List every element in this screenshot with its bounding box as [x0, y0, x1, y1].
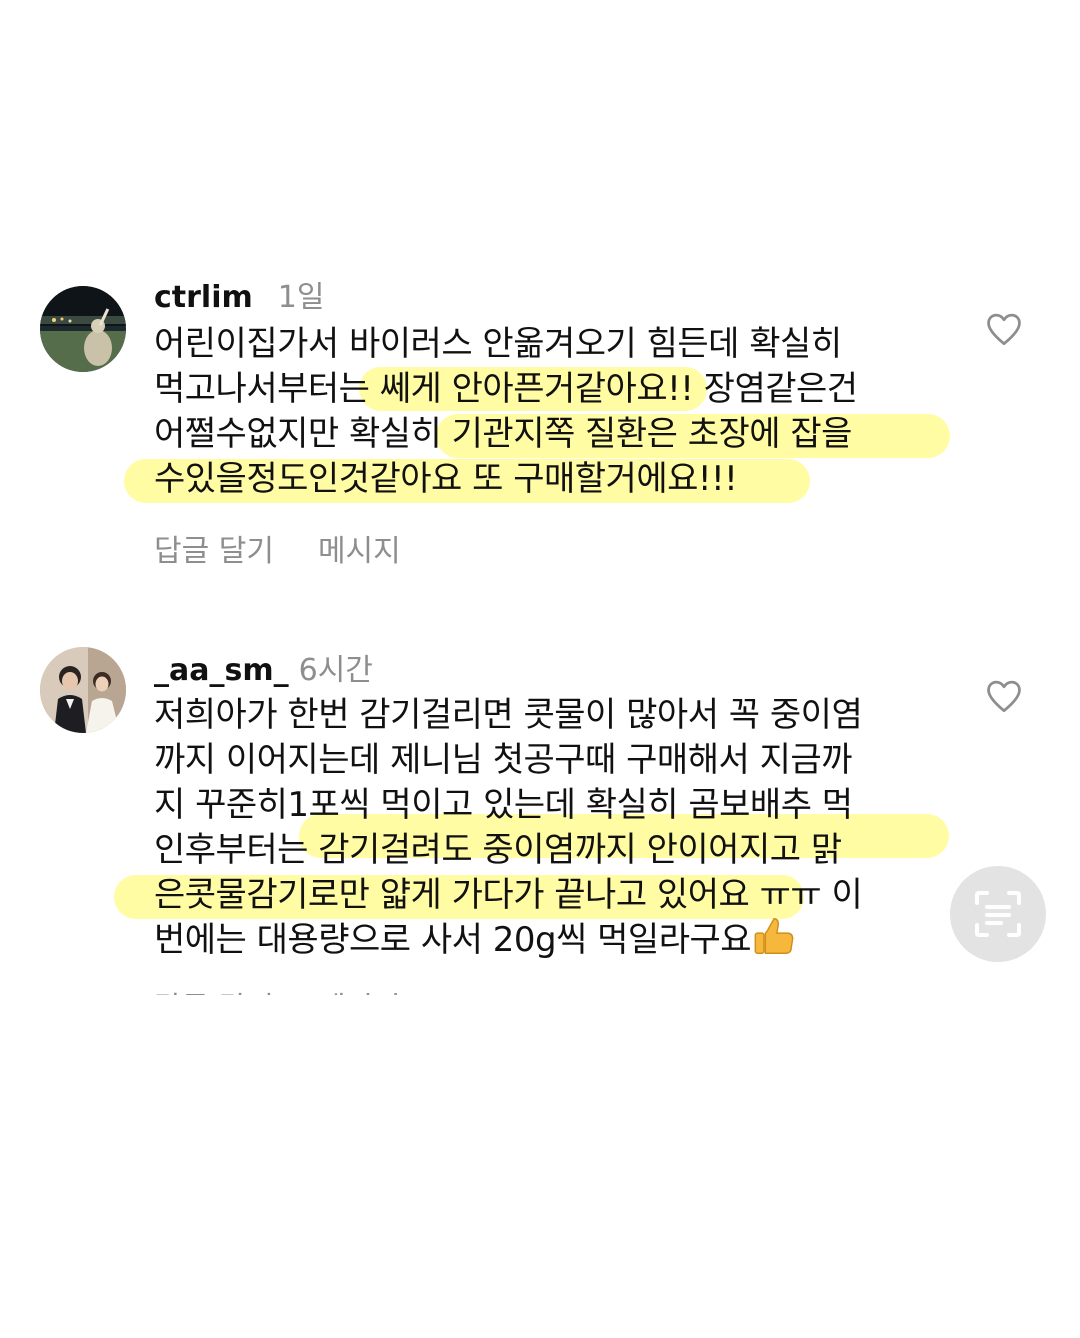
comment-meta: ctrlim_ 1일	[154, 282, 324, 310]
comment-item: ctrlim_ 1일 어린이집가서 바이러스 안옮겨오기 힘든데 확실히 먹고나서…	[0, 282, 1080, 582]
heart-outline-icon[interactable]	[985, 679, 1023, 713]
comment-line: 어쩔수없지만 확실히 기관지쪽 질환은 초장에 잡을	[154, 412, 954, 458]
comment-meta: _aa_sm_ 6시간	[154, 645, 373, 689]
comment-line: 어린이집가서 바이러스 안옮겨오기 힘든데 확실히	[154, 322, 954, 367]
comment-line: 번에는 대용량으로 사서 20g씩 먹일라구요	[154, 917, 954, 963]
comment-actions: 답글 달기 메시지	[154, 526, 401, 570]
scan-text-button[interactable]	[950, 866, 1046, 962]
comment-line: 은콧물감기로만 얇게 가다가 끝나고 있어요 ㅠㅠ 이	[114, 873, 954, 919]
thumbs-up-emoji	[754, 917, 794, 954]
comment-line-text: 저희아가 한번 감기걸리면 콧물이 많아서 꼭 중이염	[154, 695, 863, 735]
comment-line: 까지 이어지는데 제니님 첫공구때 구매해서 지금까	[154, 738, 954, 783]
comment-line-text: 어쩔수없지만 확실히 기관지쪽 질환은 초장에 잡을	[154, 414, 852, 454]
reply-button[interactable]: 답글 달기	[154, 983, 274, 995]
comment-line-text: 먹고나서부터는 쎄게 안아픈거같아요!! 장염같은건	[154, 369, 858, 409]
comment-line: 지 꾸준히1포씩 먹이고 있는데 확실히 곰보배추 먹	[154, 783, 954, 828]
avatar-image	[40, 286, 126, 372]
username[interactable]: ctrlim_	[154, 282, 268, 310]
comment-line: 수있을정도인것같아요 또 구매할거에요!!!	[124, 457, 954, 503]
comment-line: 먹고나서부터는 쎄게 안아픈거같아요!! 장염같은건	[154, 367, 954, 412]
comment-line-text: 어린이집가서 바이러스 안옮겨오기 힘든데 확실히	[154, 324, 842, 364]
text-scan-icon	[975, 891, 1021, 937]
comment-line-text: 번에는 대용량으로 사서 20g씩 먹일라구요	[154, 920, 752, 960]
avatar[interactable]	[40, 647, 126, 733]
comment-line-text: 지 꾸준히1포씩 먹이고 있는데 확실히 곰보배추 먹	[154, 785, 853, 825]
timestamp: 1일	[277, 282, 325, 310]
reply-button[interactable]: 답글 달기	[154, 526, 274, 570]
comment-line-text: 은콧물감기로만 얇게 가다가 끝나고 있어요 ㅠㅠ 이	[154, 875, 863, 915]
comment-text: 어린이집가서 바이러스 안옮겨오기 힘든데 확실히 먹고나서부터는 쎄게 안아픈…	[124, 322, 954, 503]
comment-item: _aa_sm_ 6시간 저희아가 한번 감기걸리면 콧물이 많아서 꼭 중이염 까…	[0, 645, 1080, 1005]
message-button[interactable]: 메시지	[318, 983, 401, 995]
comment-line-text: 수있을정도인것같아요 또 구매할거에요!!!	[154, 459, 738, 499]
comment-actions: 답글 달기 메시지	[154, 983, 401, 995]
timestamp: 6시간	[298, 653, 373, 688]
comment-line-text: 까지 이어지는데 제니님 첫공구때 구매해서 지금까	[154, 740, 852, 780]
message-button[interactable]: 메시지	[318, 526, 401, 570]
avatar[interactable]	[40, 286, 126, 372]
username[interactable]: _aa_sm_	[154, 653, 289, 688]
heart-outline-icon[interactable]	[985, 312, 1023, 346]
comment-text: 저희아가 한번 감기걸리면 콧물이 많아서 꼭 중이염 까지 이어지는데 제니님…	[114, 693, 954, 963]
comment-line-text: 인후부터는 감기걸려도 중이염까지 안이어지고 맑	[154, 830, 842, 870]
comment-body: _aa_sm_ 6시간 저희아가 한번 감기걸리면 콧물이 많아서 꼭 중이염 까…	[0, 645, 1080, 995]
avatar-image	[40, 647, 126, 733]
comment-line: 인후부터는 감기걸려도 중이염까지 안이어지고 맑	[154, 814, 954, 873]
comment-line: 저희아가 한번 감기걸리면 콧물이 많아서 꼭 중이염	[154, 693, 954, 738]
